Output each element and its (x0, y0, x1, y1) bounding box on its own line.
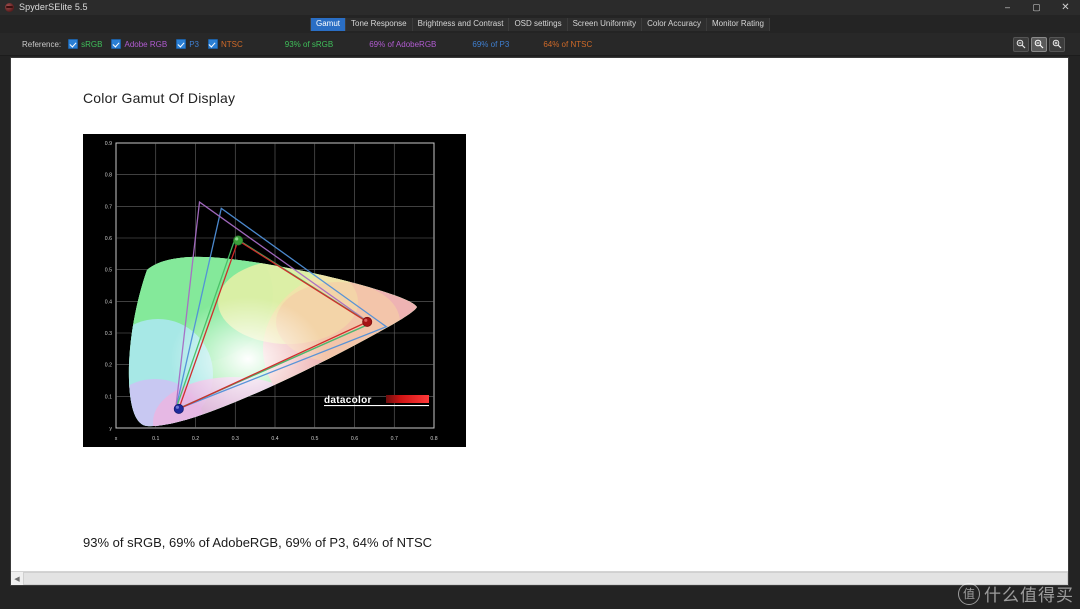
zoom-button-group (1011, 33, 1065, 55)
checkbox-adobe-rgb[interactable]: Adobe RGB (111, 39, 167, 49)
svg-text:0.8: 0.8 (430, 436, 437, 442)
report-page: Color Gamut Of Display 0.9 0.8 0.7 0.6 0… (10, 57, 1069, 586)
cie-chromaticity-chart: 0.9 0.8 0.7 0.6 0.5 0.4 0.3 0.2 0.1 y x … (83, 134, 466, 447)
spyder-app-icon (5, 3, 14, 12)
svg-text:0.3: 0.3 (105, 331, 112, 337)
svg-text:0.7: 0.7 (105, 204, 112, 210)
zoom-out-button[interactable] (1013, 36, 1029, 52)
checkbox-adobe-rgb-label: Adobe RGB (124, 39, 168, 49)
checkmark-icon[interactable] (111, 39, 122, 49)
coverage-p3: 69% of P3 (472, 39, 510, 49)
scrollbar-thumb[interactable] (23, 572, 1068, 585)
reference-label: Reference: (22, 39, 62, 49)
window-title: SpyderSElite 5.5 (19, 2, 88, 12)
tab-strip: Gamut Tone Response Brightness and Contr… (0, 15, 1080, 33)
svg-text:0.9: 0.9 (105, 141, 112, 147)
reference-toolbar: Reference: sRGB Adobe RGB P3 NTSC 93% of… (0, 33, 1080, 56)
vertex-marker-blue (173, 403, 184, 414)
scroll-left-arrow-icon[interactable]: ◀ (11, 572, 23, 585)
tab-brightness-and-contrast[interactable]: Brightness and Contrast (412, 17, 510, 31)
minimize-button[interactable]: – (993, 0, 1022, 15)
svg-text:0.2: 0.2 (192, 436, 199, 442)
maximize-button[interactable]: ▢ (1022, 0, 1051, 15)
title-bar: SpyderSElite 5.5 – ▢ ✕ (0, 0, 1080, 16)
svg-text:0.5: 0.5 (311, 436, 318, 442)
window-controls: – ▢ ✕ (993, 0, 1080, 15)
svg-text:0.6: 0.6 (105, 236, 112, 242)
zoom-fit-button[interactable] (1031, 36, 1047, 52)
gamut-coverage-caption: 93% of sRGB, 69% of AdobeRGB, 69% of P3,… (83, 535, 433, 550)
zoom-in-button[interactable] (1049, 36, 1065, 52)
checkmark-icon[interactable] (207, 39, 218, 49)
close-button[interactable]: ✕ (1051, 0, 1080, 15)
svg-text:0.2: 0.2 (105, 363, 112, 369)
page-title: Color Gamut Of Display (83, 90, 236, 106)
svg-text:0.1: 0.1 (105, 394, 112, 400)
svg-text:0.8: 0.8 (105, 173, 112, 179)
datacolor-logo-text: datacolor (324, 395, 372, 406)
svg-text:0.1: 0.1 (152, 436, 159, 442)
tab-color-accuracy[interactable]: Color Accuracy (642, 17, 707, 31)
coverage-ntsc: 64% of NTSC (543, 39, 593, 49)
checkmark-icon[interactable] (68, 39, 79, 49)
svg-text:0.4: 0.4 (105, 299, 112, 305)
vertex-marker-green (233, 235, 244, 246)
tab-osd-settings[interactable]: OSD settings (509, 17, 568, 31)
checkbox-p3-label: P3 (189, 39, 199, 49)
svg-text:0.5: 0.5 (105, 268, 112, 274)
checkbox-p3[interactable]: P3 (176, 39, 199, 49)
tab-tone-response[interactable]: Tone Response (346, 17, 413, 31)
application-window: SpyderSElite 5.5 – ▢ ✕ Gamut Tone Respon… (0, 0, 1080, 609)
coverage-srgb: 93% of sRGB (284, 39, 334, 49)
svg-text:0.4: 0.4 (271, 436, 278, 442)
watermark-badge: 值 (958, 582, 980, 605)
svg-text:0.6: 0.6 (351, 436, 358, 442)
vertex-highlight-blue (175, 405, 179, 409)
tab-list: Gamut Tone Response Brightness and Contr… (310, 17, 770, 31)
svg-text:y: y (109, 426, 112, 432)
tab-monitor-rating[interactable]: Monitor Rating (706, 17, 770, 31)
checkmark-icon[interactable] (176, 39, 187, 49)
checkbox-srgb-label: sRGB (81, 39, 103, 49)
horizontal-scrollbar[interactable]: ◀ (11, 571, 1068, 585)
tab-gamut[interactable]: Gamut (310, 17, 347, 31)
vertex-marker-red (362, 316, 373, 327)
checkbox-ntsc[interactable]: NTSC (207, 39, 243, 49)
watermark: 值 什么值得买 (958, 581, 1074, 606)
vertex-highlight-red (364, 318, 368, 322)
watermark-text: 什么值得买 (984, 586, 1074, 606)
checkbox-srgb[interactable]: sRGB (68, 39, 102, 49)
svg-text:x: x (115, 436, 118, 442)
vertex-highlight-green (235, 237, 239, 241)
chart-svg: 0.9 0.8 0.7 0.6 0.5 0.4 0.3 0.2 0.1 y x … (83, 134, 466, 447)
tab-screen-uniformity[interactable]: Screen Uniformity (567, 17, 643, 31)
checkbox-ntsc-label: NTSC (220, 39, 243, 49)
coverage-adobergb: 69% of AdobeRGB (369, 39, 437, 49)
svg-text:0.3: 0.3 (232, 436, 239, 442)
svg-text:0.7: 0.7 (391, 436, 398, 442)
